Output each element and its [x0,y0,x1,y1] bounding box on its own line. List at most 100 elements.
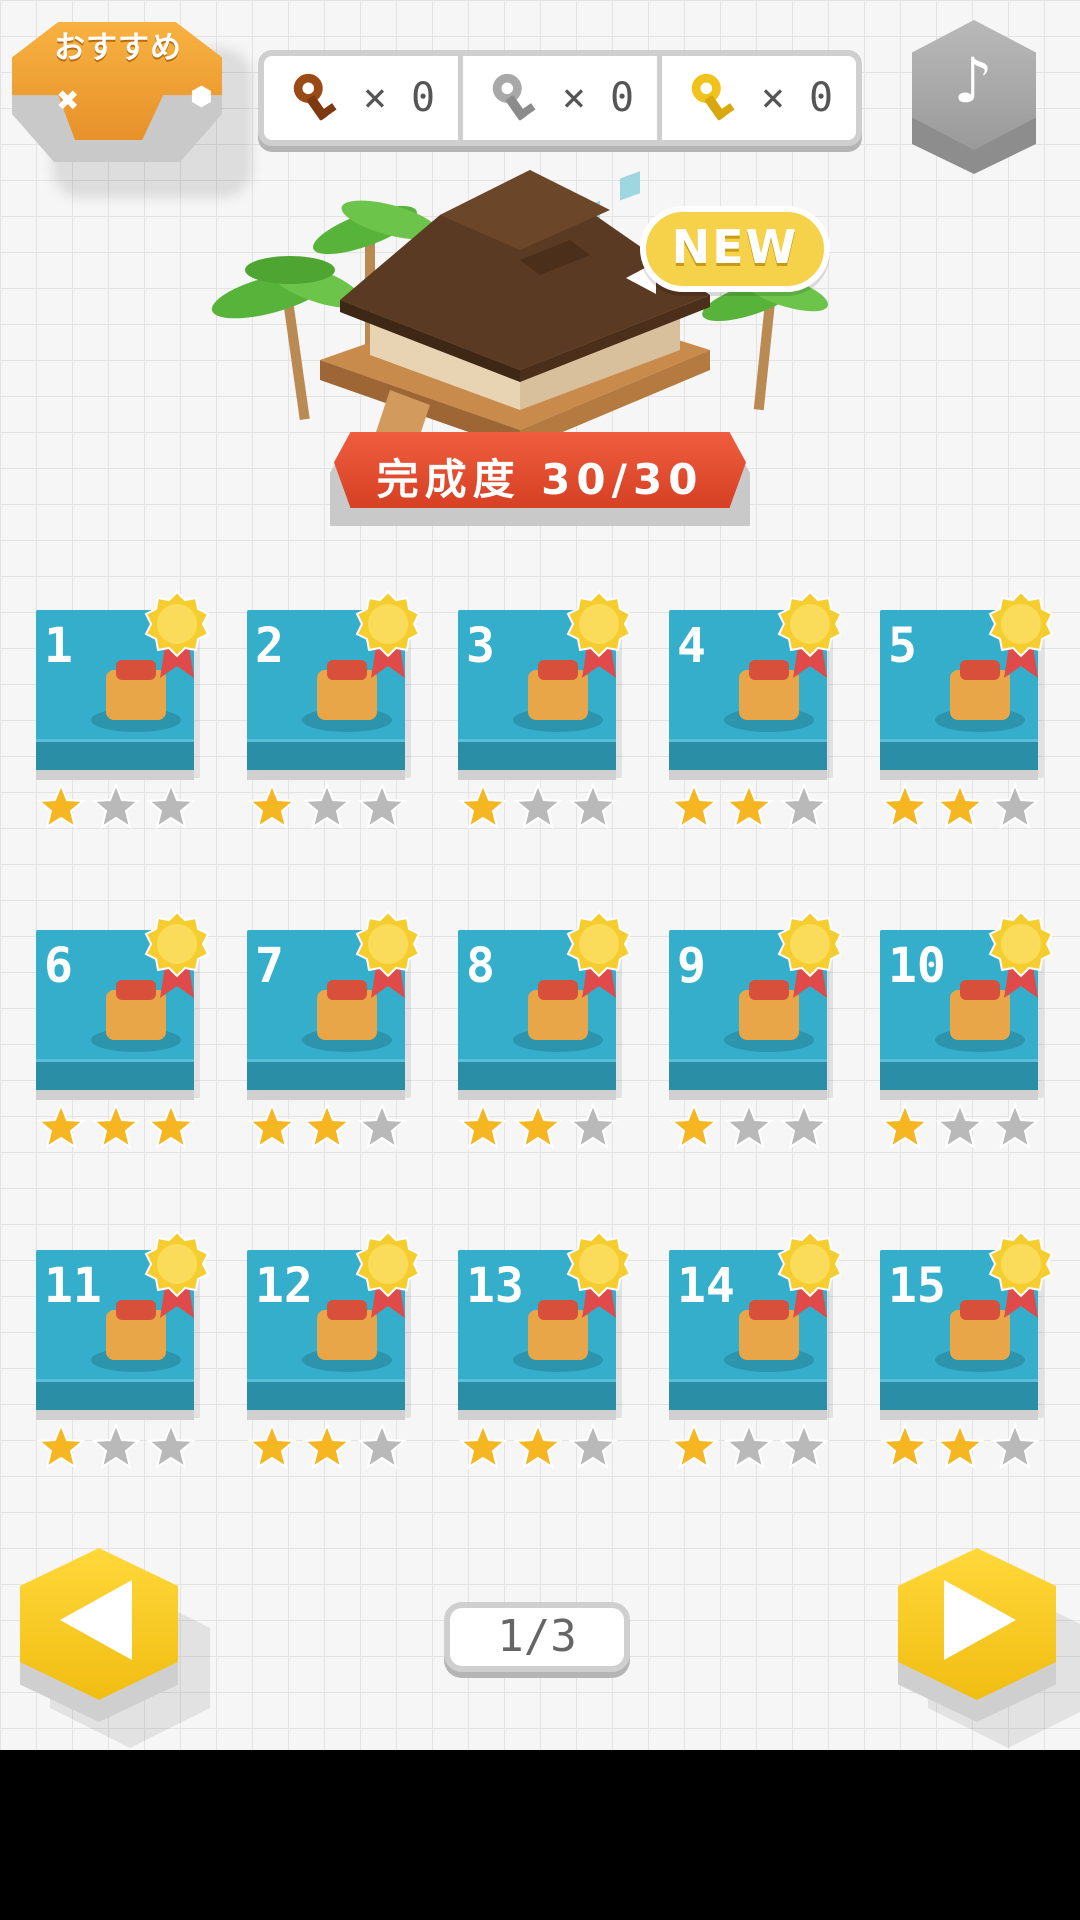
completion-label: 完成度 30/30 [376,455,704,504]
new-badge: NEW [626,206,830,296]
star-filled-icon [302,1102,352,1150]
star-empty-icon [568,1102,618,1150]
completion-banner: 完成度 30/30 [330,432,750,526]
hex-shape-icon: ⬢ [190,82,213,112]
prev-page-button[interactable] [20,1548,210,1748]
star-rating [36,1102,196,1152]
star-empty-icon [357,1102,407,1150]
star-rating [669,782,829,832]
card-footer [880,739,1038,780]
gold-medal-icon [777,590,843,678]
gold-medal-icon [566,1230,632,1318]
star-empty-icon [146,782,196,830]
star-rating [669,1102,829,1152]
star-empty-icon [513,782,563,830]
level-number: 5 [888,618,917,674]
card-footer [458,1059,616,1100]
beach-house-illustration [211,170,829,450]
level-12-button[interactable]: 12 [247,1230,421,1490]
star-empty-icon [91,1422,141,1470]
star-filled-icon [458,1102,508,1150]
level-15-button[interactable]: 15 [880,1230,1054,1490]
gold-medal-icon [566,590,632,678]
gold-medal-icon [144,1230,210,1318]
level-number: 7 [255,938,284,994]
star-rating [458,782,618,832]
next-page-button[interactable] [898,1548,1080,1748]
star-empty-icon [779,1422,829,1470]
card-footer [247,1059,405,1100]
gold-medal-icon [988,1230,1054,1318]
star-filled-icon [880,1422,930,1470]
game-screen: おすすめ ✖ ⬢ × 0 × 0 × 0 ♪ NEW 完成度 30/30 1 2… [0,0,1080,1750]
level-6-button[interactable]: 6 [36,910,210,1170]
gold-medal-icon [988,590,1054,678]
star-rating [247,1102,407,1152]
level-5-button[interactable]: 5 [880,590,1054,850]
level-number: 8 [466,938,495,994]
level-13-button[interactable]: 13 [458,1230,632,1490]
star-filled-icon [724,782,774,830]
star-empty-icon [935,1102,985,1150]
star-empty-icon [357,782,407,830]
star-filled-icon [513,1102,563,1150]
star-filled-icon [669,782,719,830]
page-indicator: 1/3 [444,1602,630,1672]
gold-medal-icon [777,1230,843,1318]
gold-medal-icon [144,910,210,998]
left-arrow-icon [60,1580,132,1660]
star-filled-icon [880,1102,930,1150]
gold-medal-icon [355,590,421,678]
star-rating [247,1422,407,1472]
star-empty-icon [91,782,141,830]
music-toggle-button[interactable]: ♪ [908,20,1038,174]
gold-medal-icon [355,910,421,998]
card-footer [247,739,405,780]
card-footer [458,1379,616,1420]
card-footer [669,739,827,780]
star-empty-icon [779,782,829,830]
key-slot-gold: × 0 [662,56,856,140]
level-8-button[interactable]: 8 [458,910,632,1170]
star-filled-icon [36,1102,86,1150]
card-footer [458,739,616,780]
star-empty-icon [568,782,618,830]
star-filled-icon [146,1102,196,1150]
star-empty-icon [779,1102,829,1150]
star-empty-icon [568,1422,618,1470]
key-slot-silver: × 0 [463,56,662,140]
level-11-button[interactable]: 11 [36,1230,210,1490]
level-2-button[interactable]: 2 [247,590,421,850]
level-14-button[interactable]: 14 [669,1230,843,1490]
star-filled-icon [513,1422,563,1470]
silver-key-count: × 0 [561,75,635,121]
star-filled-icon [36,1422,86,1470]
star-empty-icon [990,1422,1040,1470]
star-filled-icon [247,782,297,830]
new-label: NEW [671,220,799,274]
star-rating [458,1102,618,1152]
level-1-button[interactable]: 1 [36,590,210,850]
key-counter-panel: × 0 × 0 × 0 [258,50,862,146]
level-9-button[interactable]: 9 [669,910,843,1170]
star-filled-icon [458,782,508,830]
star-filled-icon [880,782,930,830]
level-7-button[interactable]: 7 [247,910,421,1170]
card-footer [880,1059,1038,1100]
level-number: 2 [255,618,284,674]
star-filled-icon [669,1422,719,1470]
card-footer [669,1059,827,1100]
recommend-button[interactable]: おすすめ ✖ ⬢ [12,14,252,198]
level-4-button[interactable]: 4 [669,590,843,850]
right-arrow-icon [944,1580,1016,1660]
star-rating [880,782,1040,832]
star-filled-icon [458,1422,508,1470]
silver-key-icon [492,73,536,121]
level-number: 9 [677,938,706,994]
level-3-button[interactable]: 3 [458,590,632,850]
star-rating [880,1102,1040,1152]
gold-key-icon [691,73,735,121]
level-10-button[interactable]: 10 [880,910,1054,1170]
system-nav-bar [0,1750,1080,1920]
star-rating [36,782,196,832]
